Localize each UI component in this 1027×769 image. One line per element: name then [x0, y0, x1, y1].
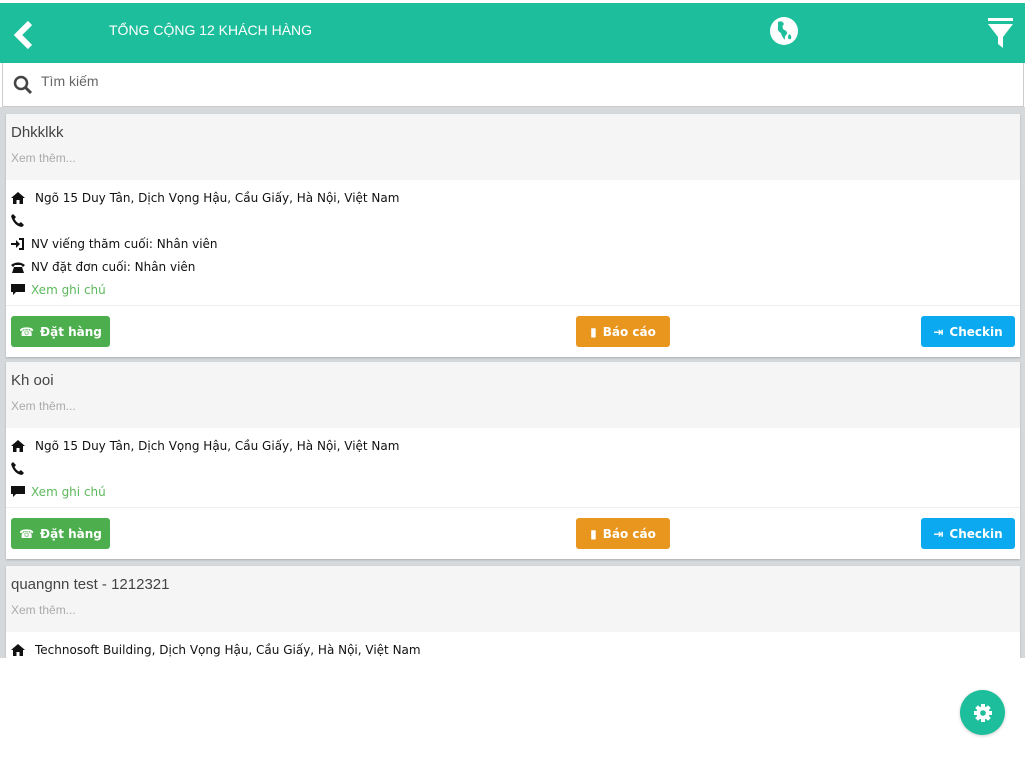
home-icon [11, 191, 25, 204]
see-more-link[interactable]: Xem thêm... [11, 603, 1015, 617]
customer-address: Ngõ 15 Duy Tân, Dịch Vọng Hậu, Cầu Giấy,… [35, 438, 400, 453]
last-visit: NV viếng thăm cuối: Nhân viên [31, 236, 218, 251]
comment-icon [11, 283, 25, 295]
view-note-link[interactable]: Xem ghi chú [31, 485, 106, 499]
phone-icon[interactable] [11, 462, 24, 475]
back-chevron-icon[interactable] [12, 20, 38, 50]
customer-name[interactable]: Dhkklkk [11, 124, 1015, 141]
customer-name[interactable]: quangnn test - 1212321 [11, 576, 1015, 593]
gear-icon [973, 703, 992, 722]
customer-address: Technosoft Building, Dịch Vọng Hậu, Cầu … [35, 642, 421, 657]
app-header: TỔNG CỘNG 12 KHÁCH HÀNG [0, 3, 1025, 63]
telephone-icon: ☎ [19, 526, 35, 541]
telephone-icon: ☎ [19, 324, 35, 339]
order-label: Đặt hàng [40, 324, 102, 339]
globe-icon[interactable] [769, 16, 799, 46]
report-label: Báo cáo [602, 526, 656, 541]
customer-card: quangnn test - 1212321 Xem thêm... Techno… [6, 566, 1020, 658]
report-button[interactable]: ▮ Báo cáo [576, 518, 670, 549]
customer-list[interactable]: Dhkklkk Xem thêm... Ngõ 15 Duy Tân, Dịch … [0, 107, 1025, 658]
see-more-link[interactable]: Xem thêm... [11, 151, 1015, 165]
phone-icon[interactable] [11, 214, 24, 227]
checkin-label: Checkin [949, 526, 1003, 541]
comment-icon [11, 485, 25, 497]
bar-chart-icon: ▮ [590, 324, 597, 339]
customer-card: Dhkklkk Xem thêm... Ngõ 15 Duy Tân, Dịch … [6, 114, 1020, 357]
order-button[interactable]: ☎ Đặt hàng [11, 518, 110, 549]
report-button[interactable]: ▮ Báo cáo [576, 316, 670, 347]
sign-in-icon: ⇥ [933, 324, 944, 339]
customer-card: Kh ooi Xem thêm... Ngõ 15 Duy Tân, Dịch V… [6, 362, 1020, 559]
page-title: TỔNG CỘNG 12 KHÁCH HÀNG [109, 22, 313, 38]
sign-in-icon: ⇥ [933, 526, 944, 541]
search-icon [13, 75, 33, 95]
order-label: Đặt hàng [40, 526, 102, 541]
bar-chart-icon: ▮ [590, 526, 597, 541]
settings-button[interactable] [960, 690, 1005, 735]
filter-icon[interactable] [987, 17, 1014, 49]
sign-in-icon [11, 237, 24, 250]
customer-name[interactable]: Kh ooi [11, 372, 1015, 389]
see-more-link[interactable]: Xem thêm... [11, 399, 1015, 413]
last-order: NV đặt đơn cuối: Nhân viên [31, 259, 196, 274]
search-bar [2, 63, 1024, 107]
checkin-button[interactable]: ⇥ Checkin [921, 316, 1015, 347]
search-input[interactable] [41, 73, 941, 89]
customer-address: Ngõ 15 Duy Tân, Dịch Vọng Hậu, Cầu Giấy,… [35, 190, 400, 205]
home-icon [11, 643, 25, 656]
checkin-button[interactable]: ⇥ Checkin [921, 518, 1015, 549]
order-button[interactable]: ☎ Đặt hàng [11, 316, 110, 347]
report-label: Báo cáo [602, 324, 656, 339]
telephone-icon [11, 262, 25, 273]
home-icon [11, 439, 25, 452]
view-note-link[interactable]: Xem ghi chú [31, 283, 106, 297]
checkin-label: Checkin [949, 324, 1003, 339]
